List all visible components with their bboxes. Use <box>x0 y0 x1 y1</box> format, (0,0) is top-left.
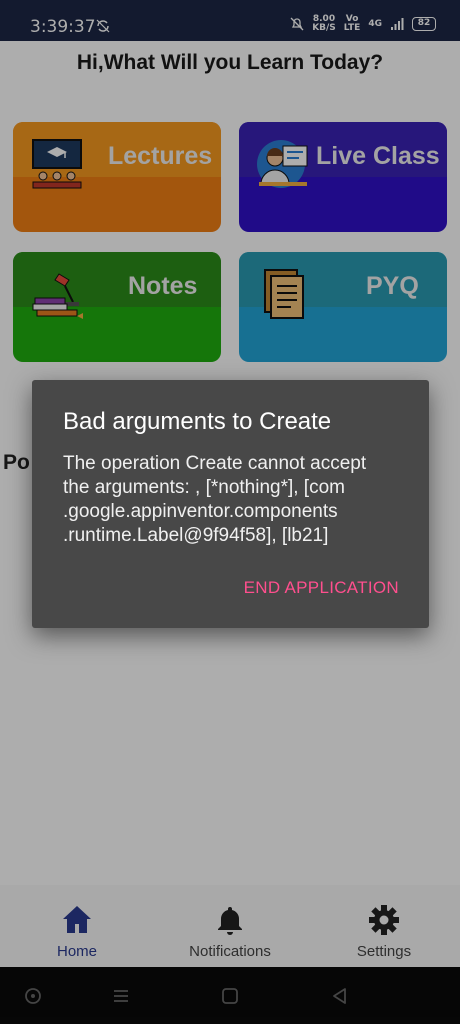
error-dialog: Bad arguments to Create The operation Cr… <box>32 380 429 628</box>
dialog-message: The operation Create cannot accept the a… <box>63 453 367 546</box>
end-application-button[interactable]: END APPLICATION <box>244 578 399 598</box>
dialog-title: Bad arguments to Create <box>63 408 332 435</box>
